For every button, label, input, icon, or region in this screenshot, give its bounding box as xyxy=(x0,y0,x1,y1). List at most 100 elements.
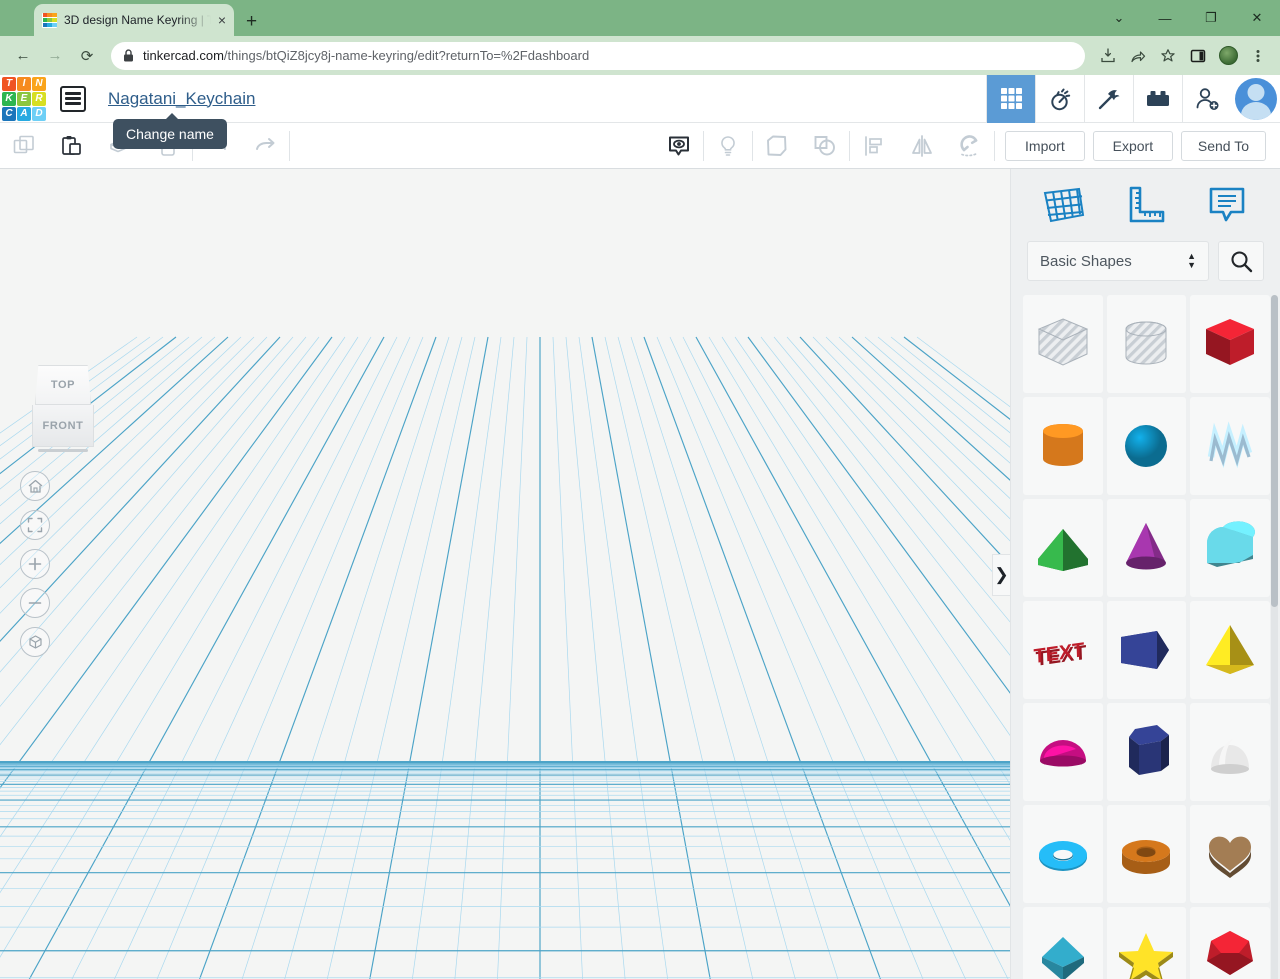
shapes-panel: Basic Shapes ▲ ▼ TEXT TEXT xyxy=(1010,169,1280,979)
view-cube-front-label: FRONT xyxy=(42,419,84,432)
toolbar-divider xyxy=(994,130,995,161)
collapse-panel-button[interactable]: ❯ xyxy=(992,554,1010,596)
copy-button[interactable] xyxy=(0,123,48,169)
install-app-icon[interactable] xyxy=(1094,42,1122,70)
header-icon-minecraft[interactable] xyxy=(1084,74,1133,123)
url-bar[interactable]: tinkercad.com/things/btQiZ8jcy8j-name-ke… xyxy=(111,41,1085,70)
shape-roof[interactable] xyxy=(1023,499,1103,597)
shape-scribble[interactable] xyxy=(1190,397,1270,495)
minimize-button[interactable]: — xyxy=(1142,0,1188,36)
align-button[interactable] xyxy=(850,123,898,169)
browser-omnibar: ← → ⟳ tinkercad.com/things/btQiZ8jcy8j-n… xyxy=(0,36,1280,75)
export-button[interactable]: Export xyxy=(1092,130,1173,161)
shape-cylinder-hole[interactable] xyxy=(1106,295,1187,393)
browser-tab[interactable]: 3D design Name Keyring | Tinke × xyxy=(34,4,234,36)
ungroup-button[interactable] xyxy=(801,123,849,169)
shape-cone[interactable] xyxy=(1106,499,1187,597)
shape-box[interactable] xyxy=(1190,295,1270,393)
home-view-button[interactable] xyxy=(20,471,50,501)
show-hide-button[interactable] xyxy=(655,123,703,169)
shapes-scroll-area[interactable]: TEXT TEXT xyxy=(1011,295,1280,979)
view-cube-front-face[interactable]: FRONT xyxy=(32,405,94,447)
group-button[interactable] xyxy=(753,123,801,169)
favicon-tile-i xyxy=(47,13,52,18)
shape-star[interactable] xyxy=(1106,907,1187,979)
zoom-in-button[interactable] xyxy=(20,549,50,579)
header-icon-invite-people[interactable] xyxy=(1182,74,1231,123)
favicon-tile-a xyxy=(47,22,52,27)
shape-half-sphere[interactable] xyxy=(1023,703,1103,801)
header-icon-3d-designs[interactable] xyxy=(986,74,1035,123)
shape-torus[interactable] xyxy=(1023,805,1103,903)
shape-category-select[interactable]: Basic Shapes ▲ ▼ xyxy=(1027,241,1209,281)
header-icon-codeblocks[interactable] xyxy=(1035,74,1084,123)
search-icon[interactable] xyxy=(1218,241,1264,281)
logo-tile-r: R xyxy=(32,91,46,106)
lightbulb-hint-button[interactable] xyxy=(704,123,752,169)
zoom-out-button[interactable] xyxy=(20,588,50,618)
fit-to-view-button[interactable] xyxy=(20,510,50,540)
forward-button[interactable]: → xyxy=(40,41,70,71)
shape-pyramid[interactable] xyxy=(1190,601,1270,699)
viewport-nav-controls xyxy=(20,471,50,657)
3d-viewport[interactable]: TOP FRONT ❯ Sett xyxy=(0,169,1010,979)
share-icon[interactable] xyxy=(1124,42,1152,70)
redo-button[interactable] xyxy=(241,123,289,169)
view-cube-top-face[interactable]: TOP xyxy=(35,365,91,405)
panel-tab-notes[interactable] xyxy=(1199,177,1255,233)
change-name-tooltip: Change name xyxy=(113,113,227,149)
view-cube[interactable]: TOP FRONT xyxy=(32,365,94,452)
mirror-button[interactable] xyxy=(898,123,946,169)
import-button[interactable]: Import xyxy=(1004,130,1085,161)
design-name-link[interactable]: Nagatani_Keychain xyxy=(108,89,255,109)
panel-search-row: Basic Shapes ▲ ▼ xyxy=(1011,241,1280,295)
shape-polyhedron[interactable] xyxy=(1190,907,1270,979)
more-menu-icon[interactable] xyxy=(1244,42,1272,70)
ortho-perspective-toggle[interactable] xyxy=(20,627,50,657)
shape-wedge[interactable] xyxy=(1106,601,1187,699)
panel-tab-workplane[interactable] xyxy=(1036,177,1092,233)
shape-category-label: Basic Shapes xyxy=(1040,252,1132,270)
shape-paraboloid[interactable] xyxy=(1190,703,1270,801)
logo-tile-e: E xyxy=(17,91,31,106)
view-cube-shadow xyxy=(38,449,88,452)
shape-box-hole[interactable] xyxy=(1023,295,1103,393)
close-icon[interactable]: × xyxy=(218,13,226,27)
shape-tube[interactable] xyxy=(1106,805,1187,903)
logo-tile-n: N xyxy=(32,76,46,91)
browser-tab-title: 3D design Name Keyring | Tinke xyxy=(64,13,211,27)
paste-button[interactable] xyxy=(48,123,96,169)
shape-heart[interactable] xyxy=(1190,805,1270,903)
reload-button[interactable]: ⟳ xyxy=(72,41,102,71)
maximize-button[interactable]: ❐ xyxy=(1188,0,1234,36)
shape-polygon[interactable] xyxy=(1106,703,1187,801)
header-icon-circuits-brick[interactable] xyxy=(1133,74,1182,123)
shape-round-roof[interactable] xyxy=(1190,499,1270,597)
logo-tile-a: A xyxy=(17,106,31,121)
minimize-to-tray-button[interactable]: ⌄ xyxy=(1096,0,1142,36)
url-text: tinkercad.com/things/btQiZ8jcy8j-name-ke… xyxy=(143,48,589,63)
profile-avatar[interactable] xyxy=(1214,42,1242,70)
user-avatar[interactable] xyxy=(1231,75,1280,123)
tinkercad-logo[interactable]: TIN KER CAD xyxy=(2,76,46,121)
lock-icon xyxy=(123,49,134,62)
header-icon-group xyxy=(986,74,1280,123)
toolbar-center-group xyxy=(655,123,995,169)
new-tab-button[interactable]: + xyxy=(246,12,257,31)
back-button[interactable]: ← xyxy=(8,41,38,71)
shapes-scrollbar-thumb[interactable] xyxy=(1271,295,1278,607)
bookmark-star-icon[interactable] xyxy=(1154,42,1182,70)
view-cube-top-label: TOP xyxy=(50,379,76,391)
shape-diamond[interactable] xyxy=(1023,907,1103,979)
shape-sphere[interactable] xyxy=(1106,397,1187,495)
side-panel-icon[interactable] xyxy=(1184,42,1212,70)
send-to-button[interactable]: Send To xyxy=(1180,130,1266,161)
magnet-snap-button[interactable] xyxy=(946,123,994,169)
panel-tab-ruler[interactable] xyxy=(1117,177,1173,233)
shape-cylinder[interactable] xyxy=(1023,397,1103,495)
logo-tile-t: T xyxy=(2,76,16,91)
design-list-toggle[interactable] xyxy=(60,85,86,112)
browser-tabstrip: 3D design Name Keyring | Tinke × + ⌄ — ❐… xyxy=(0,0,1280,36)
shape-text[interactable]: TEXT TEXT xyxy=(1023,601,1103,699)
close-window-button[interactable]: ✕ xyxy=(1234,0,1280,36)
